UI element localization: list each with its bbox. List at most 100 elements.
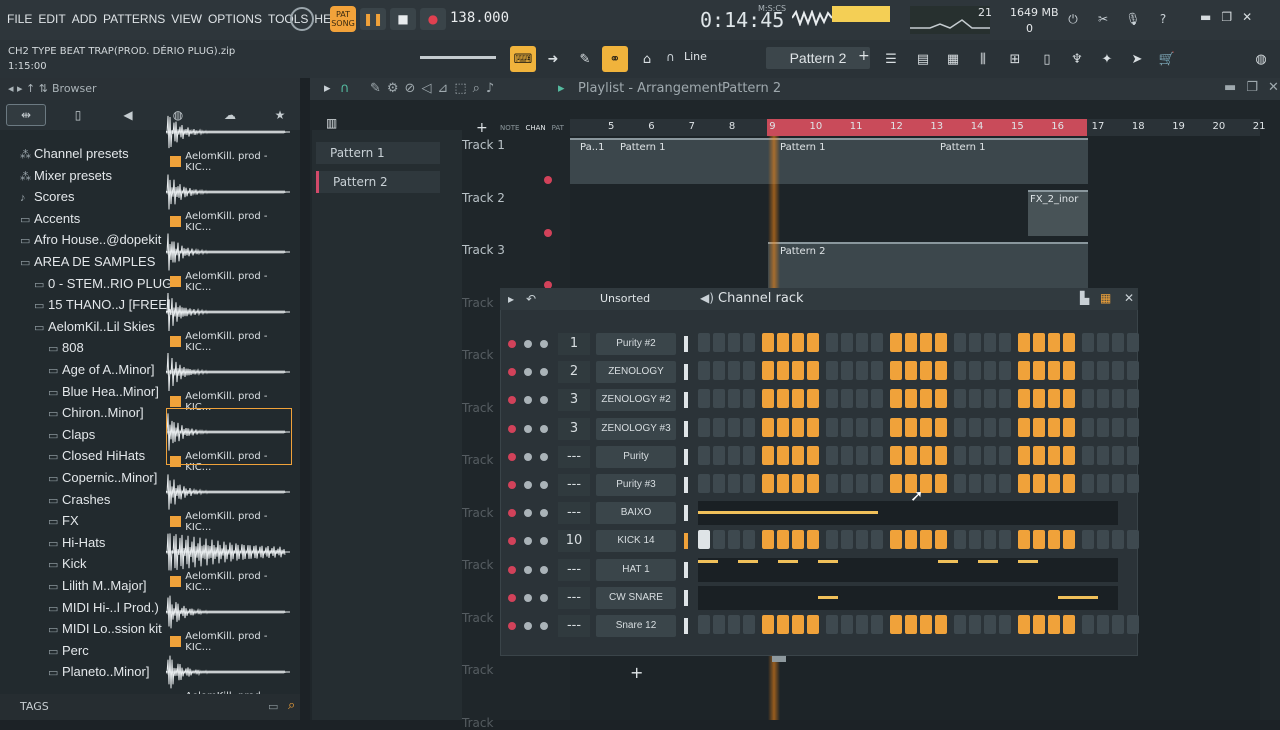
step-button[interactable] (728, 615, 740, 634)
step-button[interactable] (698, 474, 710, 493)
piano-roll-button[interactable]: ▤ (910, 46, 936, 72)
step-button[interactable] (1063, 333, 1075, 352)
step-button[interactable] (698, 445, 710, 465)
online-button[interactable]: ◍ (1248, 46, 1274, 72)
channel-name-button[interactable]: Purity #2 (596, 333, 676, 355)
step-button[interactable] (999, 445, 1011, 465)
mini-piano-roll[interactable] (698, 585, 1118, 610)
playlist-menu-arrow[interactable]: ▸ (324, 81, 331, 96)
menu-add[interactable]: ADD (71, 12, 98, 26)
pan-knob[interactable] (524, 509, 532, 518)
step-button[interactable] (1018, 361, 1030, 381)
channel-select-light[interactable] (684, 533, 688, 550)
step-button[interactable] (1127, 389, 1139, 409)
chan-tab[interactable]: CHAN (525, 124, 545, 132)
step-button[interactable] (935, 333, 947, 352)
pattern-item[interactable]: Pattern 2 (316, 171, 440, 193)
step-button[interactable] (728, 417, 740, 437)
step-button[interactable] (999, 530, 1011, 550)
step-button[interactable] (743, 361, 755, 381)
step-button[interactable] (984, 445, 996, 465)
close-icon[interactable]: ✕ (1242, 10, 1252, 24)
step-button[interactable] (1018, 530, 1030, 550)
step-button[interactable] (969, 615, 981, 634)
step-button[interactable] (890, 474, 902, 493)
step-button[interactable] (1082, 615, 1094, 634)
step-button[interactable] (890, 389, 902, 409)
pan-knob[interactable] (524, 396, 532, 405)
step-view-icon[interactable]: ▦ (1100, 291, 1111, 305)
step-button[interactable] (905, 417, 917, 437)
pattern-clip[interactable]: Pa..1 (570, 138, 616, 184)
step-button[interactable] (713, 615, 725, 634)
channel-name-button[interactable]: Purity #3 (596, 474, 676, 496)
step-button[interactable] (905, 333, 917, 352)
channel-mute-led[interactable] (508, 396, 516, 405)
step-button[interactable] (920, 361, 932, 381)
channel-select-light[interactable] (684, 364, 688, 381)
step-button[interactable] (1112, 361, 1124, 381)
piano-icon[interactable]: ▥ (326, 116, 337, 130)
volume-knob[interactable] (540, 368, 548, 377)
channel-rack-button[interactable]: ▦ (940, 46, 966, 72)
step-button[interactable] (807, 445, 819, 465)
cpu-toggle-button[interactable]: ⏻ (1060, 8, 1086, 30)
menu-view[interactable]: VIEW (170, 12, 203, 26)
step-button[interactable] (841, 417, 853, 437)
step-button[interactable] (826, 361, 838, 381)
volume-knob[interactable] (540, 537, 548, 546)
plugin-picker-button[interactable]: ♆ (1064, 46, 1090, 72)
step-button[interactable] (1097, 389, 1109, 409)
maximize-icon[interactable]: ❐ (1246, 80, 1258, 95)
browser-tree-item[interactable]: ▭ Copernic..Minor] (48, 470, 157, 485)
step-button[interactable] (920, 445, 932, 465)
audio-clip[interactable]: FX_2_inor (1028, 190, 1088, 236)
step-button[interactable] (905, 389, 917, 409)
step-button[interactable] (984, 530, 996, 550)
channel-mute-led[interactable] (508, 509, 516, 518)
pattern-clip[interactable]: Pattern 1 (616, 138, 768, 184)
step-button[interactable] (698, 417, 710, 437)
channel-name-button[interactable]: Purity (596, 445, 676, 468)
browser-tree-item[interactable]: ▭ Accents (20, 211, 80, 226)
track-mute-led[interactable] (544, 176, 552, 184)
playlist-tools[interactable]: ✎⚙⊘◁⊿⬚⌕♪ (370, 81, 500, 96)
step-button[interactable] (920, 389, 932, 409)
step-button[interactable] (1048, 445, 1060, 465)
channel-name-button[interactable]: BAIXO (596, 502, 676, 525)
step-button[interactable] (1018, 445, 1030, 465)
channel-mute-led[interactable] (508, 481, 516, 489)
step-button[interactable] (1097, 361, 1109, 381)
step-button[interactable] (807, 417, 819, 437)
step-button[interactable] (984, 615, 996, 634)
step-button[interactable] (743, 615, 755, 634)
pan-knob[interactable] (524, 424, 532, 433)
step-button[interactable] (935, 445, 947, 465)
step-button[interactable] (743, 333, 755, 352)
step-button[interactable] (743, 389, 755, 409)
step-button[interactable] (728, 530, 740, 550)
volume-knob[interactable] (540, 593, 548, 602)
channel-select-light[interactable] (684, 505, 688, 522)
step-button[interactable] (1063, 361, 1075, 381)
step-button[interactable] (1082, 445, 1094, 465)
step-button[interactable] (762, 389, 774, 409)
pat-tab[interactable]: PAT (552, 124, 564, 132)
pencil-tool-button[interactable]: ✎ (572, 46, 598, 72)
step-button[interactable] (935, 615, 947, 634)
channel-mute-led[interactable] (508, 368, 516, 377)
step-button[interactable] (935, 389, 947, 409)
menu-file[interactable]: FILE (6, 12, 33, 26)
step-button[interactable] (777, 389, 789, 409)
snap-link-button[interactable]: ⚭ (602, 46, 628, 72)
step-button[interactable] (777, 417, 789, 437)
step-button[interactable] (762, 474, 774, 493)
add-pattern-button[interactable]: + (858, 48, 870, 64)
step-button[interactable] (954, 530, 966, 550)
pan-knob[interactable] (524, 452, 532, 461)
volume-knob[interactable] (540, 396, 548, 405)
minimize-icon[interactable]: ▬ (1224, 80, 1236, 95)
step-button[interactable] (777, 361, 789, 381)
step-button[interactable] (1097, 445, 1109, 465)
step-button[interactable] (1097, 615, 1109, 634)
